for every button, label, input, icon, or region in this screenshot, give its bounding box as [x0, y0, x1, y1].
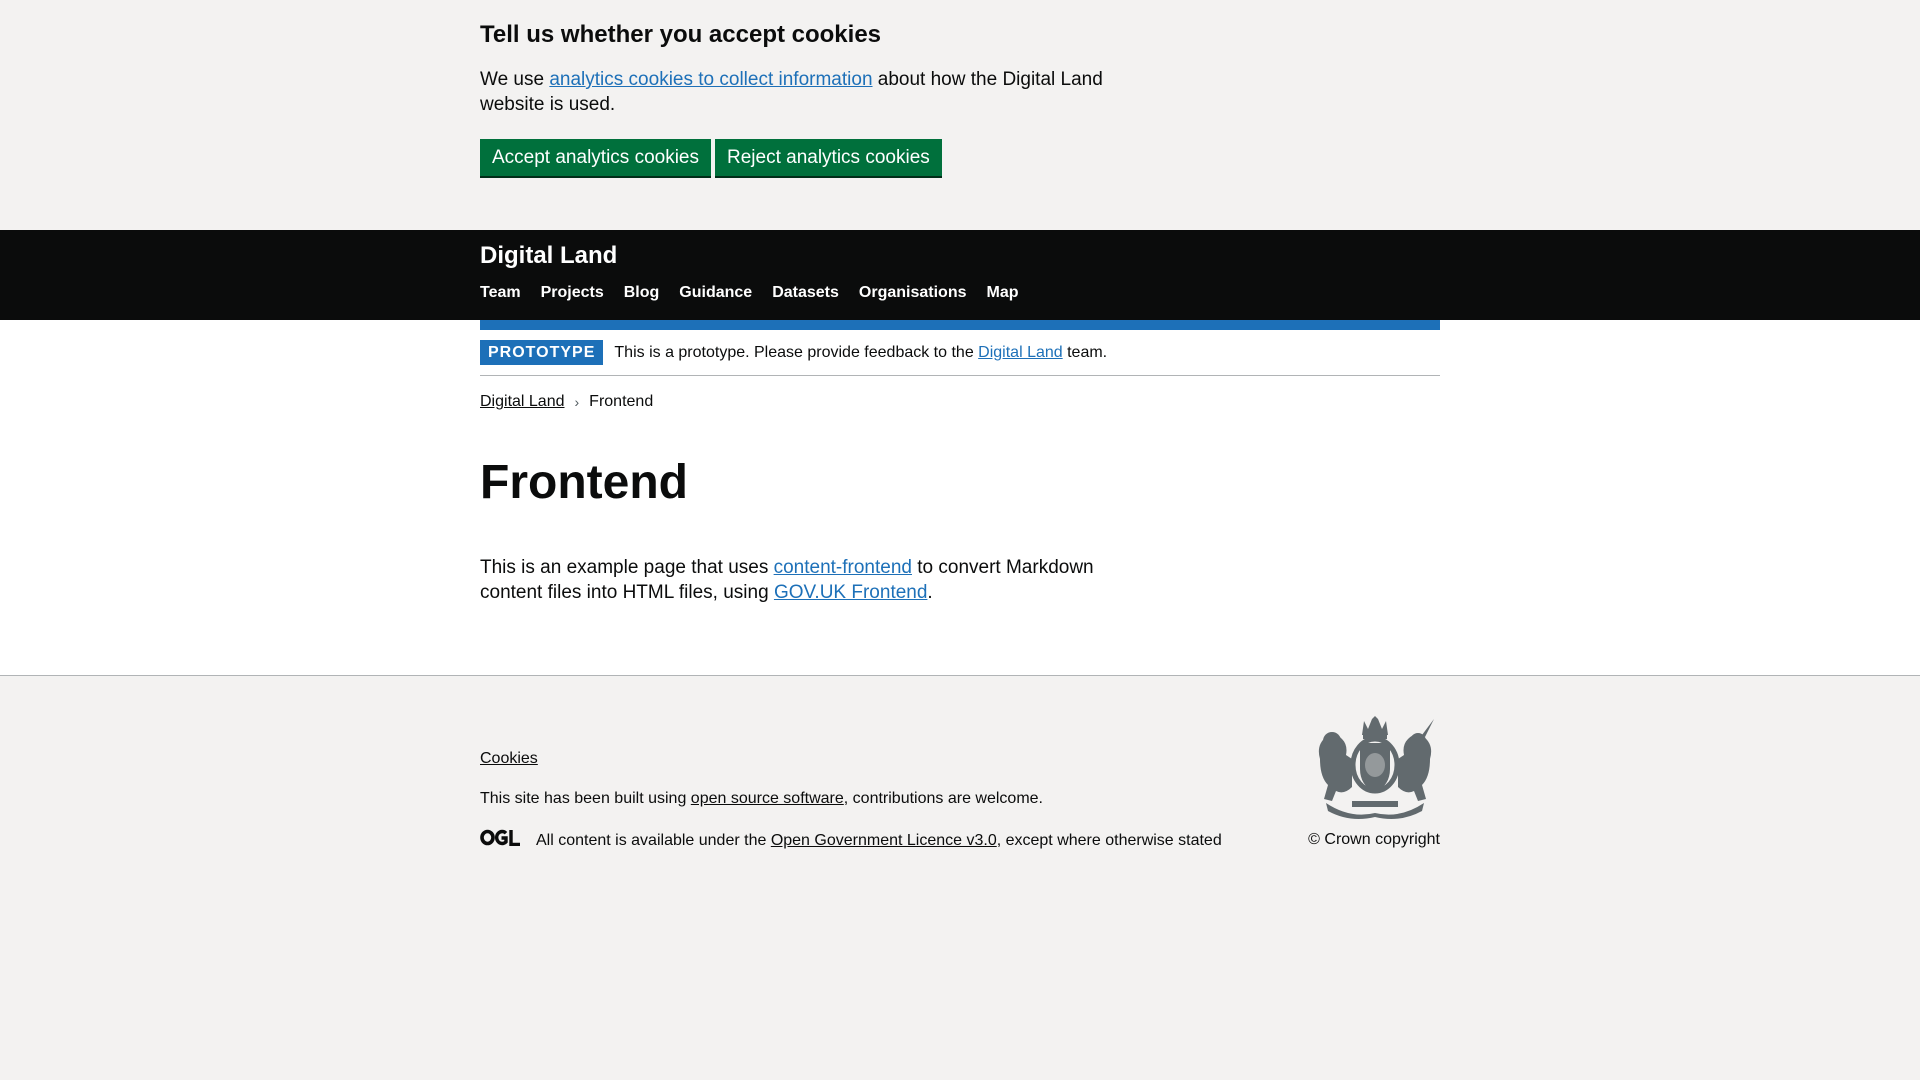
- crown-copyright: © Crown copyright: [1308, 831, 1440, 848]
- content-frontend-link[interactable]: content-frontend: [774, 557, 912, 578]
- nav-item-datasets[interactable]: Datasets: [772, 283, 839, 303]
- feedback-link[interactable]: Digital Land: [978, 344, 1063, 361]
- cookie-banner-text: We use analytics cookies to collect info…: [480, 67, 1120, 117]
- site-header: Digital Land Team Projects Blog Guidance…: [0, 230, 1920, 320]
- nav-item-projects[interactable]: Projects: [541, 283, 604, 303]
- footer-built-text: This site has been built using open sour…: [480, 789, 1440, 809]
- footer-cookies: Cookies: [480, 749, 1440, 769]
- service-name-link[interactable]: Digital Land: [480, 241, 617, 271]
- phase-text-after: team.: [1062, 343, 1108, 361]
- govuk-frontend-link[interactable]: GOV.UK Frontend: [774, 582, 927, 603]
- cookie-text-before: We use: [480, 69, 550, 90]
- nav-item-blog[interactable]: Blog: [624, 283, 660, 303]
- cookie-banner-heading: Tell us whether you accept cookies: [480, 21, 882, 48]
- accept-cookies-button[interactable]: Accept analytics cookies: [480, 139, 711, 176]
- royal-coat-of-arms-icon: [1312, 715, 1438, 825]
- header-blue-bar: [480, 320, 1440, 330]
- main-navigation: Team Projects Blog Guidance Datasets Org…: [480, 283, 1440, 303]
- cookie-buttons: Accept analytics cookies Reject analytic…: [480, 139, 1440, 176]
- cookie-banner: Tell us whether you accept cookies We us…: [0, 0, 1920, 230]
- licence-text-before: All content is available under the: [536, 831, 771, 849]
- footer-cookies-link[interactable]: Cookies: [480, 750, 538, 767]
- breadcrumb-home-link[interactable]: Digital Land: [480, 392, 565, 412]
- intro-text-3: .: [927, 582, 933, 603]
- built-text-after: , contributions are welcome.: [843, 790, 1043, 807]
- ogl-licence-link[interactable]: Open Government Licence v3.0: [771, 832, 997, 849]
- nav-item-team[interactable]: Team: [480, 283, 521, 303]
- built-text-before: This site has been built using: [480, 790, 691, 807]
- breadcrumb: Digital Land › Frontend: [480, 392, 1440, 412]
- nav-item-map[interactable]: Map: [986, 283, 1018, 303]
- licence-text-after: , except where otherwise stated: [996, 831, 1222, 849]
- ogl-logo-icon: [480, 829, 521, 852]
- main-content-area: PROTOTYPE This is a prototype. Please pr…: [0, 320, 1920, 676]
- breadcrumb-chevron-icon: ›: [574, 394, 580, 410]
- phase-banner-text: This is a prototype. Please provide feed…: [614, 344, 1107, 362]
- intro-text-1: This is an example page that uses: [480, 557, 774, 578]
- site-footer: Cookies This site has been built using o…: [0, 676, 1920, 852]
- open-source-link[interactable]: open source software: [691, 790, 844, 807]
- phase-text-before: This is a prototype. Please provide feed…: [614, 343, 979, 361]
- reject-cookies-button[interactable]: Reject analytics cookies: [715, 139, 942, 176]
- nav-item-organisations[interactable]: Organisations: [859, 283, 967, 303]
- footer-licence: All content is available under the Open …: [480, 829, 1440, 852]
- page-title: Frontend: [480, 456, 688, 509]
- analytics-cookies-link[interactable]: analytics cookies to collect information: [549, 69, 872, 90]
- phase-banner: PROTOTYPE This is a prototype. Please pr…: [480, 330, 1440, 376]
- prototype-tag: PROTOTYPE: [480, 340, 604, 365]
- breadcrumb-current: Frontend: [589, 393, 654, 410]
- intro-paragraph: This is an example page that uses conten…: [480, 555, 1120, 605]
- licence-text: All content is available under the Open …: [536, 831, 1222, 851]
- nav-item-guidance[interactable]: Guidance: [679, 283, 752, 303]
